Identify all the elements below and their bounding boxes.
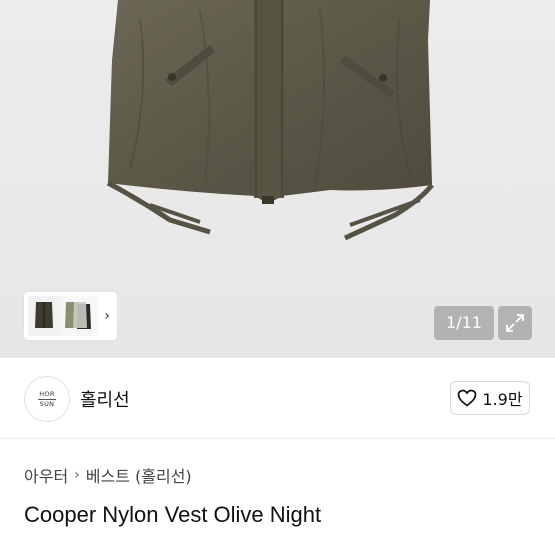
product-title: Cooper Nylon Vest Olive Night (24, 502, 322, 527)
image-counter: 1/11 (434, 306, 494, 340)
thumbnail-image[interactable] (28, 296, 98, 336)
shop-name[interactable]: 홀리선 (80, 386, 130, 412)
vest-thumbnail-icon (28, 296, 98, 336)
like-count: 1.9만 (482, 390, 523, 409)
breadcrumb: 아우터 › 베스트 (홀리선) (24, 463, 192, 487)
thumbnail-next-button[interactable]: › (98, 308, 116, 324)
fullscreen-button[interactable] (498, 306, 532, 340)
heart-outline-icon (458, 389, 477, 407)
shop-info-row: HOR SUN 홀리선 1.9만 (0, 358, 555, 439)
shop-logo-line-2: SUN (39, 399, 55, 408)
thumbnail-strip[interactable]: › (24, 292, 117, 340)
chevron-right-icon: › (104, 308, 110, 324)
breadcrumb-item-outer[interactable]: 아우터 (24, 463, 68, 487)
shop-logo[interactable]: HOR SUN (24, 376, 70, 422)
shop-logo-line-1: HOR (39, 389, 55, 398)
product-image-gallery[interactable]: › 1/11 (0, 0, 555, 358)
expand-icon (506, 314, 524, 332)
breadcrumb-item-vest[interactable]: 베스트 (홀리선) (86, 463, 192, 487)
chevron-right-icon: › (74, 467, 80, 483)
like-button[interactable]: 1.9만 (450, 381, 530, 415)
